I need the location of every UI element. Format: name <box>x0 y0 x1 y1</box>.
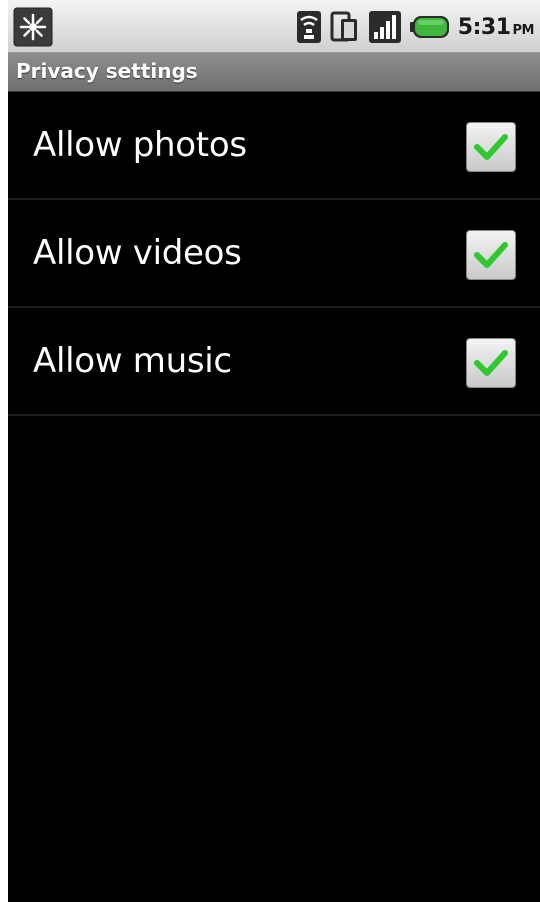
title-bar: Privacy settings <box>8 52 540 92</box>
setting-row-allow-videos[interactable]: Allow videos <box>8 200 540 308</box>
setting-label: Allow music <box>33 341 232 381</box>
time-value: 5:31 <box>457 14 511 40</box>
notification-icon[interactable] <box>13 7 53 47</box>
setting-label: Allow videos <box>33 233 242 273</box>
status-bar: 5:31 PM <box>8 0 540 52</box>
checkmark-icon <box>474 350 508 376</box>
setting-row-allow-music[interactable]: Allow music <box>8 308 540 416</box>
allow-photos-checkbox[interactable] <box>466 122 516 172</box>
setting-label: Allow photos <box>33 125 247 165</box>
allow-music-checkbox[interactable] <box>466 338 516 388</box>
page-title: Privacy settings <box>16 59 198 83</box>
sync-icon <box>330 11 357 42</box>
checkmark-icon <box>474 242 508 268</box>
settings-list: Allow photos Allow videos Allow music <box>8 92 540 416</box>
status-time: 5:31 PM <box>457 14 535 40</box>
signal-icon <box>368 11 401 43</box>
status-icons: 5:31 PM <box>296 8 535 46</box>
time-ampm: PM <box>512 22 535 38</box>
setting-row-allow-photos[interactable]: Allow photos <box>8 92 540 200</box>
checkmark-icon <box>474 134 508 160</box>
battery-icon <box>409 16 449 38</box>
phone-screen: 5:31 PM Privacy settings Allow photos All… <box>8 0 540 902</box>
wifi-icon <box>296 11 321 43</box>
allow-videos-checkbox[interactable] <box>466 230 516 280</box>
